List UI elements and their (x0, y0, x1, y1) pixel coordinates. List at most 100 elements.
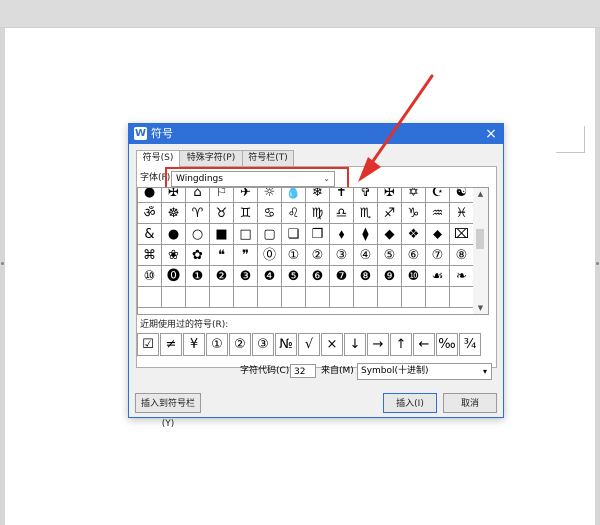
symbol-cell[interactable] (402, 287, 426, 308)
symbol-cell[interactable] (210, 287, 234, 308)
symbol-cell[interactable]: ♎ (330, 203, 354, 224)
symbol-cell[interactable]: ❝ (210, 245, 234, 266)
recent-symbol-cell[interactable]: ≠ (160, 333, 182, 356)
symbol-cell[interactable]: ❹ (258, 266, 282, 287)
symbol-cell[interactable]: ♌ (282, 203, 306, 224)
symbol-cell[interactable]: ♍ (306, 203, 330, 224)
scroll-down-icon[interactable]: ▼ (473, 302, 488, 314)
symbol-cell[interactable]: ▢ (258, 224, 282, 245)
scroll-thumb[interactable] (476, 229, 484, 249)
symbol-cell[interactable] (138, 287, 162, 308)
symbol-cell[interactable]: ♉ (210, 203, 234, 224)
symbol-cell[interactable]: ✠ (162, 188, 186, 203)
grid-scrollbar[interactable]: ▲ ▼ (473, 187, 489, 315)
cancel-button[interactable]: 取消 (443, 393, 497, 413)
symbol-cell[interactable]: ⬧ (330, 224, 354, 245)
symbol-cell[interactable]: ⧫ (354, 224, 378, 245)
recent-symbol-cell[interactable]: × (321, 333, 343, 356)
symbol-cell[interactable]: ♑ (402, 203, 426, 224)
symbol-cell[interactable] (186, 287, 210, 308)
recent-symbol-cell[interactable]: → (367, 333, 389, 356)
symbol-cell[interactable]: ● (162, 224, 186, 245)
symbol-cell[interactable]: ❑ (282, 224, 306, 245)
tab-special-characters[interactable]: 特殊字符(P) (179, 150, 243, 166)
close-icon[interactable]: × (482, 125, 500, 143)
symbol-cell[interactable] (426, 287, 450, 308)
symbol-cell[interactable]: ⬥ (426, 224, 450, 245)
recent-symbol-cell[interactable]: ¥ (183, 333, 205, 356)
symbol-cell[interactable]: ❿ (402, 266, 426, 287)
recent-symbol-cell[interactable]: ¾ (459, 333, 481, 356)
symbol-cell[interactable]: ☯ (450, 188, 474, 203)
symbol-cell[interactable]: ✠ (378, 188, 402, 203)
symbol-cell[interactable]: ♏ (354, 203, 378, 224)
symbol-cell[interactable]: ① (282, 245, 306, 266)
symbol-cell[interactable]: ♐ (378, 203, 402, 224)
symbol-cell[interactable]: ♊ (234, 203, 258, 224)
symbol-cell[interactable]: ⌘ (138, 245, 162, 266)
insert-button[interactable]: 插入(I) (383, 393, 437, 413)
recent-symbol-cell[interactable]: √ (298, 333, 320, 356)
symbol-cell[interactable]: ⚐ (210, 188, 234, 203)
symbol-cell[interactable]: ❶ (186, 266, 210, 287)
symbol-cell[interactable]: ♒ (426, 203, 450, 224)
symbol-cell[interactable]: ✝ (330, 188, 354, 203)
symbol-cell[interactable]: ☸ (162, 203, 186, 224)
symbol-cell[interactable] (258, 287, 282, 308)
recent-symbol-cell[interactable]: ‰ (436, 333, 458, 356)
symbol-cell[interactable]: ❒ (306, 224, 330, 245)
symbol-cell[interactable]: ④ (354, 245, 378, 266)
insert-to-symbol-bar-button[interactable]: 插入到符号栏(Y) (135, 393, 201, 429)
symbol-cell[interactable]: ❷ (210, 266, 234, 287)
symbol-cell[interactable]: ◆ (378, 224, 402, 245)
symbol-cell[interactable] (378, 287, 402, 308)
recent-symbol-cell[interactable]: № (275, 333, 297, 356)
symbol-cell[interactable]: ❞ (234, 245, 258, 266)
scroll-up-icon[interactable]: ▲ (473, 188, 488, 200)
symbol-cell[interactable]: ✿ (186, 245, 210, 266)
symbol-cell[interactable]: ❀ (162, 245, 186, 266)
symbol-cell[interactable] (162, 287, 186, 308)
symbol-cell[interactable] (450, 287, 474, 308)
symbol-cell[interactable]: ❧ (450, 266, 474, 287)
symbol-cell[interactable]: ⑦ (426, 245, 450, 266)
from-dropdown[interactable]: Symbol(十进制) ▾ (357, 363, 492, 380)
dialog-titlebar[interactable]: W 符号 × (129, 124, 503, 144)
symbol-cell[interactable]: ❼ (330, 266, 354, 287)
symbol-cell[interactable]: ☪ (426, 188, 450, 203)
symbol-cell[interactable]: ♓ (450, 203, 474, 224)
symbol-cell[interactable]: ❾ (378, 266, 402, 287)
symbol-cell[interactable]: ○ (186, 224, 210, 245)
symbol-cell[interactable] (282, 287, 306, 308)
symbol-cell[interactable]: ● (138, 188, 162, 203)
symbol-cell[interactable]: ❽ (354, 266, 378, 287)
symbol-cell[interactable]: ❻ (306, 266, 330, 287)
symbol-cell[interactable]: ■ (210, 224, 234, 245)
recent-symbol-cell[interactable]: ← (413, 333, 435, 356)
symbol-cell[interactable]: ✡ (402, 188, 426, 203)
symbol-cell[interactable]: & (138, 224, 162, 245)
symbol-cell[interactable]: ⑧ (450, 245, 474, 266)
symbol-cell[interactable]: □ (234, 224, 258, 245)
symbol-cell[interactable]: 💧 (282, 188, 306, 203)
recent-symbol-cell[interactable]: ↑ (390, 333, 412, 356)
symbol-cell[interactable] (354, 287, 378, 308)
symbol-cell[interactable] (330, 287, 354, 308)
tab-symbols[interactable]: 符号(S) (136, 150, 180, 167)
tab-symbol-bar[interactable]: 符号栏(T) (242, 150, 294, 166)
symbol-cell[interactable]: ⑥ (402, 245, 426, 266)
symbol-cell[interactable]: ② (306, 245, 330, 266)
symbol-cell[interactable]: ❸ (234, 266, 258, 287)
symbol-cell[interactable]: ⑩ (138, 266, 162, 287)
symbol-cell[interactable] (306, 287, 330, 308)
symbol-cell[interactable]: ❄ (306, 188, 330, 203)
symbol-cell[interactable]: ♋ (258, 203, 282, 224)
recent-symbol-cell[interactable]: ↓ (344, 333, 366, 356)
symbol-cell[interactable]: ✈ (234, 188, 258, 203)
symbol-cell[interactable]: ✞ (354, 188, 378, 203)
symbol-cell[interactable]: ☼ (258, 188, 282, 203)
symbol-cell[interactable]: ☙ (426, 266, 450, 287)
symbol-cell[interactable]: ♈ (186, 203, 210, 224)
symbol-cell[interactable] (234, 287, 258, 308)
recent-symbol-cell[interactable]: ② (229, 333, 251, 356)
